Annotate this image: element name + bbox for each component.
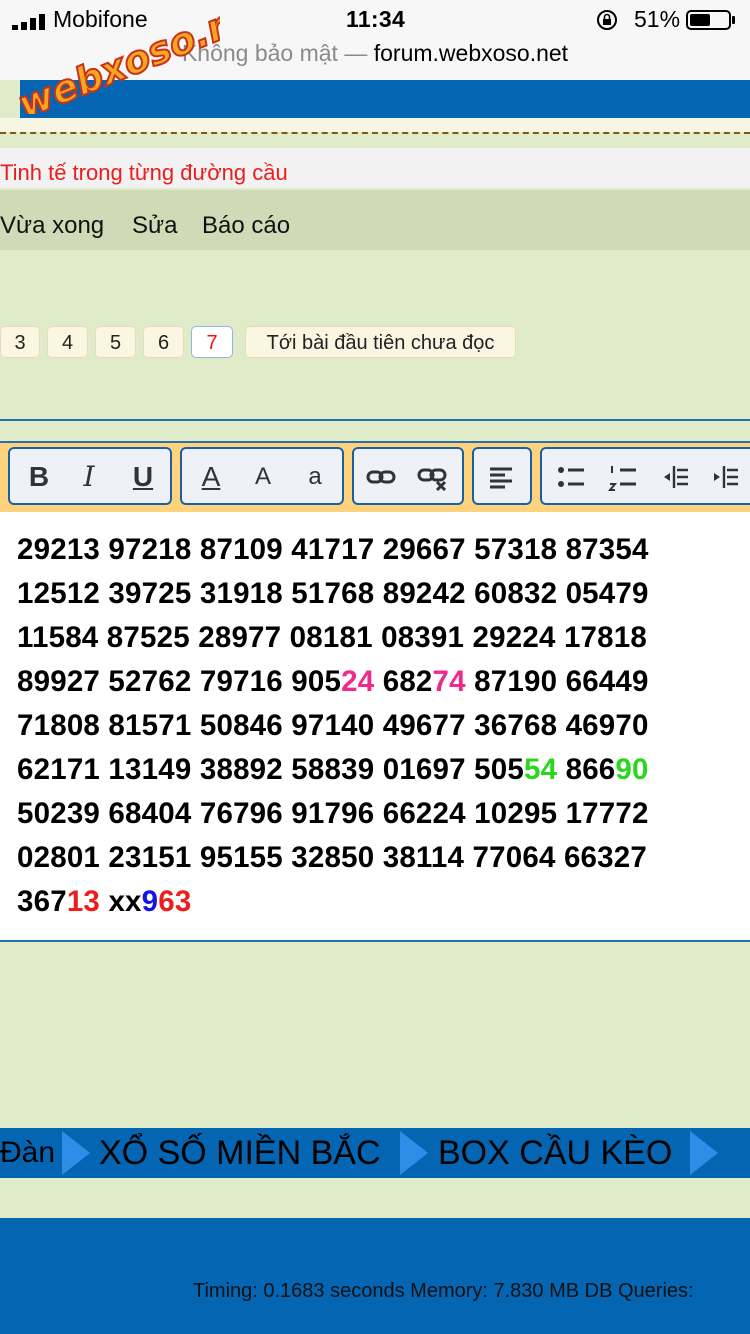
font-color-icon[interactable]: A bbox=[194, 460, 228, 494]
section-divider bbox=[0, 419, 750, 421]
battery-icon bbox=[686, 10, 735, 30]
page-3-button[interactable]: 3 bbox=[0, 326, 40, 358]
page-7-current[interactable]: 7 bbox=[191, 326, 233, 358]
highlighted-number: 54 bbox=[523, 753, 558, 786]
nav-item-xo-so-mien-bac[interactable]: XỔ SỐ MIỀN BẮC bbox=[99, 1134, 381, 1173]
edit-link[interactable]: Sửa bbox=[132, 212, 177, 240]
nav-item-box-cau-keo[interactable]: BOX CẦU KÈO bbox=[438, 1134, 672, 1173]
page-6-button[interactable]: 6 bbox=[143, 326, 184, 358]
editor-line: 36713 xx963 bbox=[17, 885, 191, 919]
highlighted-number: 90 bbox=[615, 753, 649, 786]
domain-text: forum.webxoso.net bbox=[373, 40, 569, 66]
number-text: 866 bbox=[557, 753, 616, 786]
report-link[interactable]: Báo cáo bbox=[202, 212, 290, 240]
clock: 11:34 bbox=[346, 6, 406, 32]
number-text: 71808 81571 50846 97140 49677 36768 4697… bbox=[17, 709, 649, 742]
editor-line: 11584 87525 28977 08181 08391 29224 1781… bbox=[17, 621, 647, 655]
nav-item-dan[interactable]: Đàn bbox=[0, 1136, 55, 1170]
number-text: 11584 87525 28977 08181 08391 29224 1781… bbox=[17, 621, 647, 654]
battery-percent: 51% bbox=[634, 6, 681, 32]
user-signature: Tinh tế trong từng đường cầu bbox=[0, 160, 288, 185]
highlighted-number: 24 bbox=[341, 665, 375, 698]
number-text: xx bbox=[100, 885, 142, 918]
number-text: 29213 97218 87109 41717 29667 57318 8735… bbox=[17, 533, 649, 566]
align-left-icon[interactable] bbox=[484, 460, 518, 494]
number-text: 62171 13149 38892 58839 01697 505 bbox=[17, 753, 524, 786]
number-text: 367 bbox=[17, 885, 67, 918]
editor-line: 02801 23151 95155 32850 38114 77064 6632… bbox=[17, 841, 647, 875]
highlighted-number: 13 bbox=[66, 885, 101, 918]
nav-arrow-icon bbox=[690, 1131, 718, 1175]
editor-line: 71808 81571 50846 97140 49677 36768 4697… bbox=[17, 709, 649, 743]
debug-timing-info: Timing: 0.1683 seconds Memory: 7.830 MB … bbox=[193, 1280, 694, 1302]
page-5-button[interactable]: 5 bbox=[95, 326, 136, 358]
editor-line: 50239 68404 76796 91796 66224 10295 1777… bbox=[17, 797, 649, 831]
highlighted-number: 9 bbox=[141, 885, 159, 918]
dashed-divider bbox=[0, 132, 750, 134]
page-4-button[interactable]: 4 bbox=[47, 326, 88, 358]
number-text: 89927 52762 79716 905 bbox=[17, 665, 342, 698]
first-unread-button[interactable]: Tới bài đầu tiên chưa đọc bbox=[245, 326, 516, 358]
rotation-lock-icon bbox=[597, 10, 617, 30]
font-family-icon[interactable]: a bbox=[298, 460, 332, 494]
highlighted-number: 74 bbox=[432, 665, 466, 698]
header-spacer bbox=[0, 118, 750, 132]
webxoso-logo[interactable]: webxoso.net bbox=[2, 2, 220, 114]
editor-line: 29213 97218 87109 41717 29667 57318 8735… bbox=[17, 533, 649, 567]
svg-text:webxoso.net: webxoso.net bbox=[12, 2, 220, 114]
font-size-icon[interactable]: A bbox=[246, 460, 280, 494]
bold-icon[interactable]: B bbox=[22, 460, 56, 494]
link-icon[interactable] bbox=[364, 460, 398, 494]
number-text: 87190 66449 bbox=[465, 665, 649, 698]
italic-icon[interactable]: I bbox=[72, 460, 106, 494]
post-actions-bar bbox=[0, 190, 750, 250]
underline-icon[interactable]: U bbox=[126, 460, 160, 494]
nav-arrow-icon bbox=[400, 1131, 428, 1175]
number-text: 682 bbox=[374, 665, 433, 698]
number-text: 12512 39725 31918 51768 89242 60832 0547… bbox=[17, 577, 649, 610]
number-text: 50239 68404 76796 91796 66224 10295 1777… bbox=[17, 797, 649, 830]
indent-icon[interactable] bbox=[708, 460, 742, 494]
editor-line: 89927 52762 79716 90524 68274 87190 6644… bbox=[17, 665, 649, 699]
unlink-icon[interactable] bbox=[416, 460, 450, 494]
page-footer bbox=[0, 1218, 750, 1334]
editor-line: 12512 39725 31918 51768 89242 60832 0547… bbox=[17, 577, 649, 611]
nav-arrow-icon bbox=[62, 1131, 90, 1175]
outdent-icon[interactable] bbox=[658, 460, 692, 494]
highlighted-number: 63 bbox=[158, 885, 192, 918]
bullet-list-icon[interactable] bbox=[554, 460, 588, 494]
number-text: 02801 23151 95155 32850 38114 77064 6632… bbox=[17, 841, 647, 874]
post-time-link[interactable]: Vừa xong bbox=[0, 212, 104, 240]
editor-line: 62171 13149 38892 58839 01697 50554 8669… bbox=[17, 753, 649, 787]
numbered-list-icon[interactable] bbox=[606, 460, 640, 494]
